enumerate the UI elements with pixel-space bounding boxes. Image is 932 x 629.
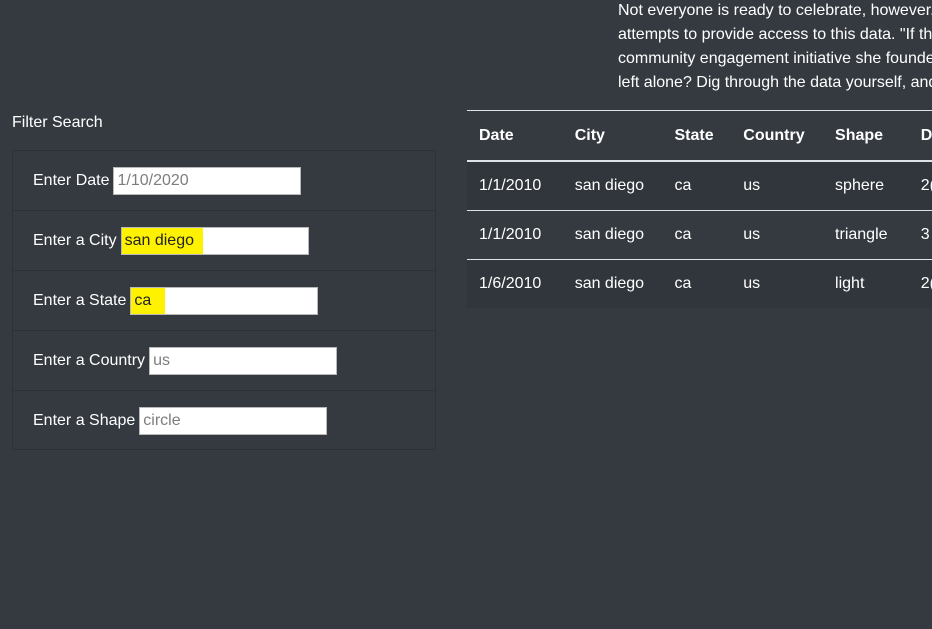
city-input[interactable]: [121, 227, 308, 254]
date-label: Enter Date: [33, 171, 110, 189]
city-field-box: [120, 226, 309, 255]
country-label: Enter a Country: [33, 351, 146, 369]
cell-country: us: [731, 259, 824, 308]
cell-duration: 3: [908, 210, 932, 260]
cell-city: san diego: [562, 161, 663, 211]
column-header-date: Date: [467, 110, 563, 162]
cell-duration: 2(: [908, 259, 932, 308]
intro-paragraph: Not everyone is ready to celebrate, howe…: [618, 0, 932, 95]
cell-shape: triangle: [823, 210, 909, 260]
table-header-row: Date City State Country Shape D: [467, 110, 932, 162]
filter-row-country: Enter a Country: [13, 331, 435, 391]
cell-date: 1/1/2010: [467, 161, 563, 211]
country-field-box: [149, 346, 338, 375]
state-field-box: [130, 286, 319, 315]
column-header-city: City: [562, 110, 663, 162]
cell-city: san diego: [562, 259, 663, 308]
ufo-table-container: Date City State Country Shape D 1/1/2010…: [467, 110, 932, 308]
shape-field-box: [139, 407, 328, 435]
page: Not everyone is ready to celebrate, howe…: [0, 0, 932, 629]
column-header-shape: Shape: [823, 110, 909, 162]
cell-state: ca: [662, 161, 732, 211]
filter-title: Filter Search: [12, 114, 103, 131]
filter-row-shape: Enter a Shape: [13, 391, 435, 451]
intro-line: community engagement initiative she foun…: [618, 50, 932, 67]
cell-date: 1/1/2010: [467, 210, 563, 260]
shape-input[interactable]: [140, 408, 327, 434]
column-header-state: State: [662, 110, 732, 162]
cell-state: ca: [662, 259, 732, 308]
cell-country: us: [731, 210, 824, 260]
column-header-country: Country: [731, 110, 824, 162]
state-label: Enter a State: [33, 291, 127, 309]
filter-row-state: Enter a State: [13, 271, 435, 331]
shape-label: Enter a Shape: [33, 412, 136, 429]
country-input[interactable]: [150, 347, 337, 374]
intro-line: attempts to provide access to this data.…: [618, 26, 932, 43]
cell-shape: sphere: [823, 161, 909, 211]
table-row: 1/1/2010 san diego ca us sphere 2(: [467, 161, 932, 211]
filter-panel: Enter Date Enter a City Enter a State En…: [12, 150, 436, 450]
intro-line: left alone? Dig through the data yoursel…: [618, 74, 932, 91]
date-field-box: [113, 166, 302, 195]
date-input[interactable]: [114, 167, 301, 194]
cell-date: 1/6/2010: [467, 259, 563, 308]
cell-duration: 2(: [908, 161, 932, 211]
table-row: 1/6/2010 san diego ca us light 2(: [467, 259, 932, 308]
ufo-table: Date City State Country Shape D 1/1/2010…: [467, 110, 932, 308]
table-row: 1/1/2010 san diego ca us triangle 3: [467, 210, 932, 260]
cell-state: ca: [662, 210, 732, 260]
state-input[interactable]: [131, 287, 318, 314]
column-header-duration: D: [908, 110, 932, 162]
cell-city: san diego: [562, 210, 663, 260]
intro-line: Not everyone is ready to celebrate, howe…: [618, 2, 932, 19]
cell-country: us: [731, 161, 824, 211]
filter-row-city: Enter a City: [13, 211, 435, 271]
city-label: Enter a City: [33, 231, 117, 249]
filter-row-date: Enter Date: [13, 151, 435, 211]
cell-shape: light: [823, 259, 909, 308]
